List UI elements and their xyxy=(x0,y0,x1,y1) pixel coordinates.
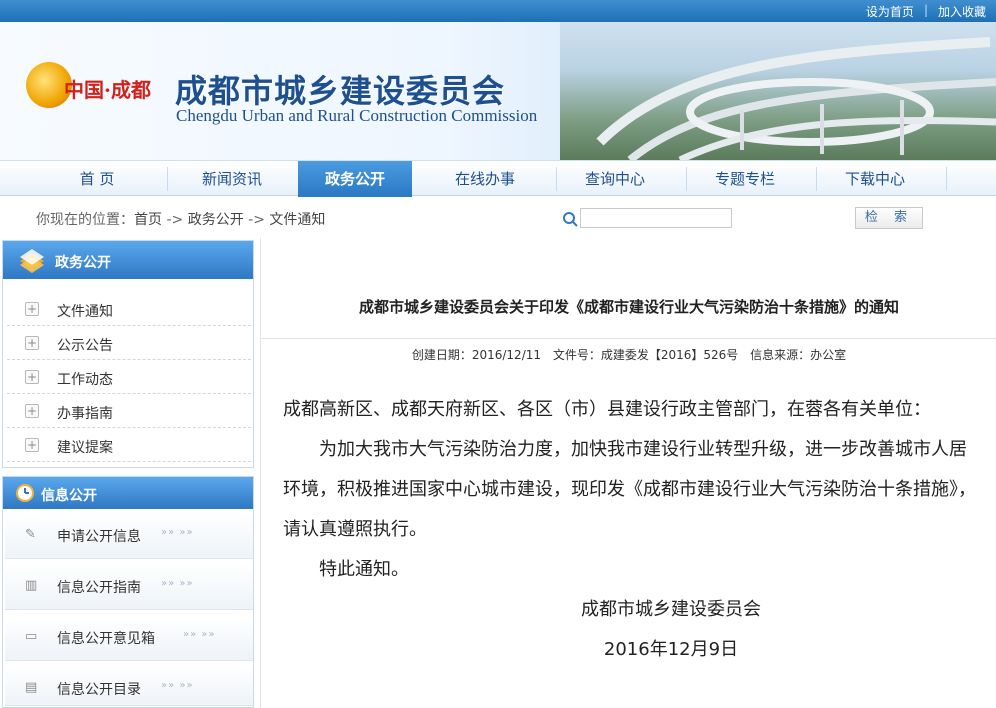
sidebar-item-disclosure-catalog[interactable]: ▤ 信息公开目录 »» »» xyxy=(5,666,253,706)
main-nav: 首 页 新闻资讯 政务公开 在线办事 查询中心 专题专栏 下载中心 xyxy=(0,160,996,197)
books-icon xyxy=(20,249,44,273)
nav-download-center[interactable]: 下载中心 xyxy=(816,161,934,197)
info-disclosure-panel: 信息公开 ✎ 申请公开信息 »» »» ▥ 信息公开指南 »» »» ▭ 信息公… xyxy=(2,476,254,708)
breadcrumb-separator: -> xyxy=(248,212,265,228)
plus-icon: + xyxy=(25,302,39,316)
panel-title: 信息公开 xyxy=(41,488,97,504)
panel-header: 政务公开 xyxy=(3,241,253,279)
bar-chart-icon: ▥ xyxy=(25,578,38,593)
sidebar: 政务公开 + 文件通知 + 公示公告 + 工作动态 + 办事指南 + 建议提案 xyxy=(0,238,256,708)
title-divider xyxy=(261,338,996,339)
arrows-icon: »» »» xyxy=(161,527,194,538)
article-title: 成都市城乡建设委员会关于印发《成都市建设行业大气污染防治十条措施》的通知 xyxy=(358,298,899,316)
nav-query-center[interactable]: 查询中心 xyxy=(556,161,674,197)
breadcrumb-separator: -> xyxy=(166,212,184,228)
nav-online-services[interactable]: 在线办事 xyxy=(426,161,544,197)
overpass-photo xyxy=(560,22,996,160)
edit-icon: ✎ xyxy=(25,527,36,542)
breadcrumb-government-affairs[interactable]: 政务公开 xyxy=(188,212,244,228)
sidebar-item-label: 办事指南 xyxy=(57,406,113,422)
add-favorite-link[interactable]: 加入收藏 xyxy=(938,3,986,20)
sidebar-item-feedback-box[interactable]: ▭ 信息公开意见箱 »» »» xyxy=(5,615,253,661)
plus-icon: + xyxy=(25,438,39,452)
info-source: 信息来源：办公室 xyxy=(750,348,847,362)
document-icon: ▤ xyxy=(25,680,38,695)
article-body: 成都高新区、成都天府新区、各区（市）县建设行政主管部门，在蓉各有关单位： 为加大… xyxy=(283,390,979,670)
info-item-label: 信息公开目录 xyxy=(57,682,141,698)
paragraph: 为加大我市大气污染防治力度，加快我市建设行业转型升级，进一步改善城市人居环境，积… xyxy=(283,439,976,540)
clock-icon xyxy=(16,484,34,502)
nav-home[interactable]: 首 页 xyxy=(32,161,162,197)
site-banner: 中国·成都 成都市城乡建设委员会 Chengdu Urban and Rural… xyxy=(0,22,996,160)
plus-icon: + xyxy=(25,370,39,384)
sidebar-item-service-guide[interactable]: + 办事指南 xyxy=(7,395,251,428)
sidebar-item-work-news[interactable]: + 工作动态 xyxy=(7,361,251,394)
signature: 成都市城乡建设委员会 xyxy=(581,599,761,620)
emblem-text: 中国·成都 xyxy=(64,78,151,102)
search-icon xyxy=(563,212,578,227)
top-bar: 设为首页 | 加入收藏 xyxy=(0,0,996,22)
arrows-icon: »» »» xyxy=(161,578,194,589)
arrows-icon: »» »» xyxy=(161,680,194,691)
nav-separator xyxy=(946,167,947,191)
nav-government-affairs[interactable]: 政务公开 xyxy=(298,161,412,197)
breadcrumb-current: 文件通知 xyxy=(269,212,326,228)
set-homepage-link[interactable]: 设为首页 xyxy=(866,3,914,20)
search-button[interactable]: 检 索 xyxy=(855,207,923,229)
arrows-icon: »» »» xyxy=(183,629,216,640)
search-input[interactable] xyxy=(580,208,732,228)
article-meta: 创建日期：2016/12/11 文件号：成建委发【2016】526号 信息来源：… xyxy=(261,346,996,363)
top-links: 设为首页 | 加入收藏 xyxy=(866,3,986,20)
breadcrumb-prefix: 你现在的位置： xyxy=(36,212,134,228)
paragraph: 特此通知。 xyxy=(319,559,409,580)
signature-date: 2016年12月9日 xyxy=(603,639,739,660)
top-links-separator: | xyxy=(923,3,928,17)
breadcrumb-row: 你现在的位置：首页 -> 政务公开 -> 文件通知 检 索 xyxy=(0,200,996,236)
info-item-label: 信息公开指南 xyxy=(57,580,141,596)
nav-special-topics[interactable]: 专题专栏 xyxy=(686,161,804,197)
site-title-english: Chengdu Urban and Rural Construction Com… xyxy=(176,106,538,125)
nav-news[interactable]: 新闻资讯 xyxy=(168,161,296,197)
sidebar-item-label: 建议提案 xyxy=(57,440,113,456)
article-area: 成都市城乡建设委员会关于印发《成都市建设行业大气污染防治十条措施》的通知 创建日… xyxy=(260,238,996,708)
salutation: 成都高新区、成都天府新区、各区（市）县建设行政主管部门，在蓉各有关单位： xyxy=(283,399,931,420)
panel-header: 信息公开 xyxy=(3,477,253,509)
plus-icon: + xyxy=(25,336,39,350)
breadcrumb: 你现在的位置：首页 -> 政务公开 -> 文件通知 xyxy=(36,209,325,229)
breadcrumb-home[interactable]: 首页 xyxy=(134,212,162,228)
sidebar-item-file-notice[interactable]: + 文件通知 xyxy=(7,293,251,326)
document-number: 文件号：成建委发【2016】526号 xyxy=(552,348,739,362)
sidebar-item-label: 公示公告 xyxy=(57,338,113,354)
message-icon: ▭ xyxy=(25,629,38,644)
sidebar-item-disclosure-guide[interactable]: ▥ 信息公开指南 »» »» xyxy=(5,564,253,610)
plus-icon: + xyxy=(25,404,39,418)
sidebar-item-proposals[interactable]: + 建议提案 xyxy=(7,429,251,462)
sidebar-item-apply-disclosure[interactable]: ✎ 申请公开信息 »» »» xyxy=(5,513,253,559)
government-affairs-panel: 政务公开 + 文件通知 + 公示公告 + 工作动态 + 办事指南 + 建议提案 xyxy=(2,240,254,468)
sidebar-item-label: 工作动态 xyxy=(57,372,113,388)
sidebar-item-public-announcement[interactable]: + 公示公告 xyxy=(7,327,251,360)
panel-title: 政务公开 xyxy=(55,255,111,271)
info-item-label: 申请公开信息 xyxy=(57,529,141,545)
created-date: 创建日期：2016/12/11 xyxy=(411,348,542,362)
sidebar-item-label: 文件通知 xyxy=(57,304,113,320)
info-item-label: 信息公开意见箱 xyxy=(57,631,155,647)
